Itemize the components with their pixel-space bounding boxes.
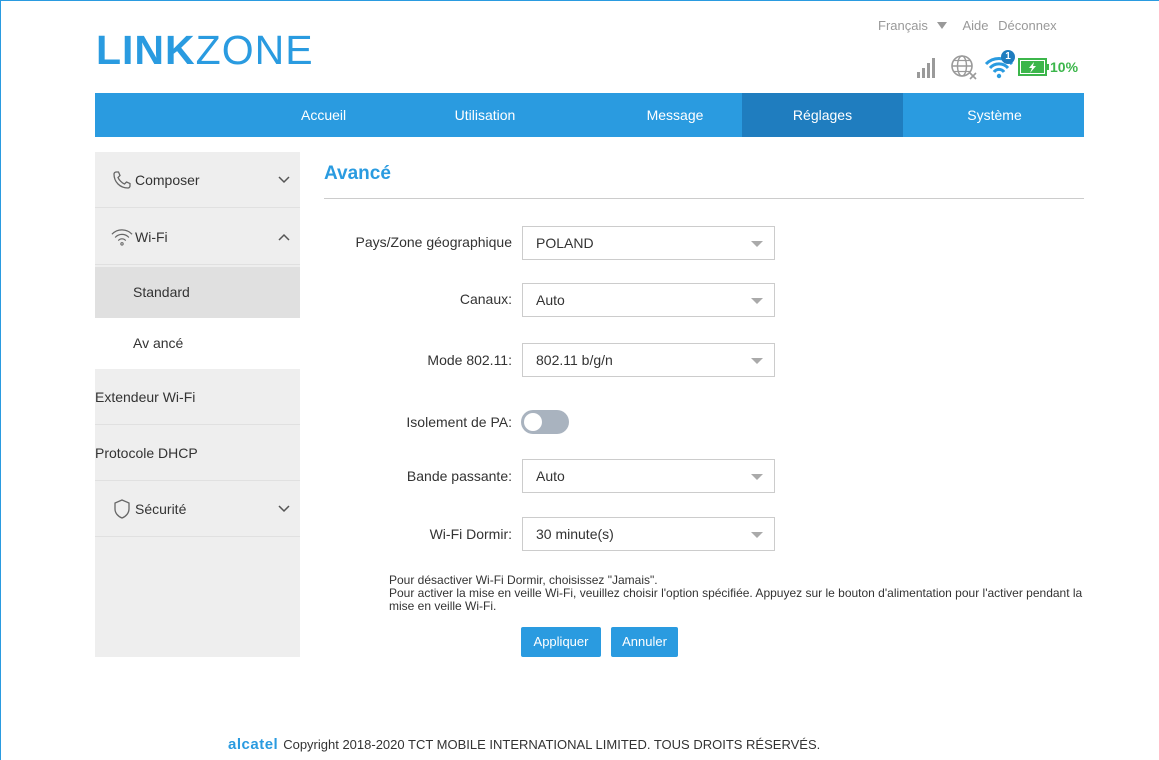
main-nav: Accueil Utilisation Message Réglages Sys… bbox=[95, 93, 1084, 137]
copyright-text: Copyright 2018-2020 TCT MOBILE INTERNATI… bbox=[283, 737, 821, 752]
apply-button[interactable]: Appliquer bbox=[521, 627, 601, 657]
wifi-client-count: 1 bbox=[1005, 51, 1011, 62]
globe-no-internet-icon bbox=[951, 55, 977, 80]
alcatel-logo: alcatel bbox=[228, 736, 279, 753]
phone-icon bbox=[113, 171, 131, 189]
caret-down-icon bbox=[936, 22, 947, 30]
sidebar-subitem-standard[interactable]: Standard bbox=[95, 267, 300, 318]
sidebar-item-extender[interactable]: Extendeur Wi-Fi bbox=[95, 369, 300, 425]
country-label: Pays/Zone géographique bbox=[355, 234, 512, 250]
sidebar-subitem-label: Av ancé bbox=[133, 335, 184, 351]
mode-label: Mode 802.11: bbox=[427, 352, 512, 368]
sidebar-item-security[interactable]: Sécurité bbox=[95, 481, 300, 537]
language-selector[interactable]: Français bbox=[878, 18, 953, 33]
dropdown-arrow-icon bbox=[751, 474, 763, 480]
channels-label: Canaux: bbox=[459, 291, 512, 307]
channels-value: Auto bbox=[536, 292, 565, 308]
sidebar-item-label: Protocole DHCP bbox=[95, 445, 198, 461]
sidebar-item-label: Composer bbox=[135, 172, 200, 188]
sleep-notes: Pour désactiver Wi-Fi Dormir, choisissez… bbox=[389, 574, 1089, 613]
nav-systeme[interactable]: Système bbox=[905, 93, 1084, 137]
title-divider bbox=[324, 198, 1084, 199]
sidebar-item-composer[interactable]: Composer bbox=[95, 152, 300, 208]
sidebar-item-label: Sécurité bbox=[135, 501, 187, 517]
sidebar-item-dhcp[interactable]: Protocole DHCP bbox=[95, 425, 300, 481]
footer: alcatel Copyright 2018-2020 TCT MOBILE IN… bbox=[228, 736, 820, 753]
wifi-outline-icon bbox=[111, 229, 133, 246]
wifi-sleep-label: Wi-Fi Dormir: bbox=[429, 526, 512, 542]
bandwidth-select[interactable]: Auto bbox=[522, 459, 775, 493]
logout-link[interactable]: Déconnex bbox=[998, 18, 1057, 33]
nav-reglages[interactable]: Réglages bbox=[742, 93, 903, 137]
dropdown-arrow-icon bbox=[751, 532, 763, 538]
battery-charging-icon bbox=[1018, 58, 1049, 76]
shield-icon bbox=[114, 499, 130, 519]
nav-utilisation[interactable]: Utilisation bbox=[425, 93, 545, 137]
wifi-sleep-value: 30 minute(s) bbox=[536, 526, 614, 542]
linkzone-logo: LINKZONE bbox=[96, 27, 314, 73]
dropdown-arrow-icon bbox=[751, 358, 763, 364]
help-link[interactable]: Aide bbox=[962, 18, 988, 33]
channels-select[interactable]: Auto bbox=[522, 283, 775, 317]
note-line: Pour activer la mise en veille Wi-Fi, ve… bbox=[389, 586, 1083, 613]
bandwidth-value: Auto bbox=[536, 468, 565, 484]
chevron-down-icon bbox=[278, 176, 290, 184]
sidebar-subitem-avance[interactable]: Av ancé bbox=[95, 318, 300, 369]
ap-isolation-label: Isolement de PA: bbox=[406, 414, 512, 430]
mode-select[interactable]: 802.11 b/g/n bbox=[522, 343, 775, 377]
chevron-up-icon bbox=[278, 233, 290, 241]
mode-value: 802.11 b/g/n bbox=[536, 352, 613, 368]
status-bar: 1 10% bbox=[916, 50, 1096, 80]
top-links: Français Aide Déconnex bbox=[878, 18, 1063, 33]
sidebar-item-label: Wi-Fi bbox=[135, 229, 168, 245]
ap-isolation-toggle[interactable] bbox=[521, 410, 569, 434]
page-title: Avancé bbox=[324, 163, 391, 184]
dropdown-arrow-icon bbox=[751, 298, 763, 304]
signal-icon bbox=[917, 58, 935, 78]
cancel-button[interactable]: Annuler bbox=[611, 627, 678, 657]
dropdown-arrow-icon bbox=[751, 241, 763, 247]
language-label: Français bbox=[878, 18, 928, 33]
wifi-icon bbox=[984, 50, 1015, 79]
country-select[interactable]: POLAND bbox=[522, 226, 775, 260]
battery-percent: 10% bbox=[1050, 59, 1079, 75]
chevron-down-icon bbox=[278, 505, 290, 513]
sidebar-subitem-label: Standard bbox=[133, 284, 190, 300]
wifi-sleep-select[interactable]: 30 minute(s) bbox=[522, 517, 775, 551]
sidebar-item-label: Extendeur Wi-Fi bbox=[95, 389, 196, 405]
country-value: POLAND bbox=[536, 235, 594, 251]
sidebar-item-wifi[interactable]: Wi-Fi bbox=[95, 209, 300, 265]
nav-message[interactable]: Message bbox=[615, 93, 735, 137]
nav-accueil[interactable]: Accueil bbox=[301, 93, 346, 137]
sidebar: Composer Wi-Fi Standard Av ancé Extendeu… bbox=[95, 152, 300, 657]
bandwidth-label: Bande passante: bbox=[406, 468, 512, 484]
toggle-knob bbox=[524, 413, 542, 431]
